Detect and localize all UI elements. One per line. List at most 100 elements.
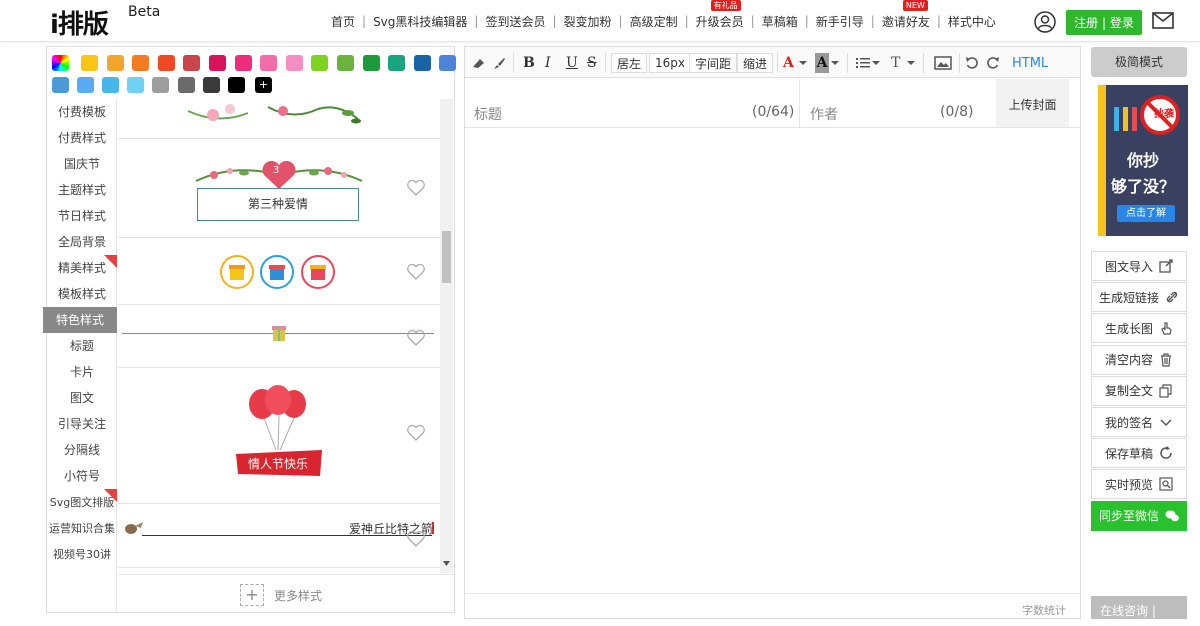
color-swatch[interactable] [260,55,278,71]
nav-item[interactable]: 首页 [324,13,362,30]
bold-button[interactable]: B [523,53,535,73]
editor-content-area[interactable] [465,129,1080,593]
category-item[interactable]: 图文 [47,385,117,411]
author-input[interactable]: 作者 [810,104,838,124]
indent-button[interactable]: 缩进 [737,53,774,73]
online-consult-button[interactable]: 在线咨询 | [1091,596,1187,619]
color-swatch[interactable] [202,77,220,93]
category-item[interactable]: 全局背景 [47,229,117,255]
eraser-icon[interactable] [471,53,487,73]
nav-item[interactable]: 新手引导 [809,13,871,30]
style-card[interactable]: 情人节快乐 [118,368,440,504]
simple-mode-button[interactable]: 极简模式 [1091,47,1187,77]
scrollbar-thumb[interactable] [442,231,451,283]
color-swatch[interactable] [157,55,175,71]
redo-icon[interactable] [986,53,1000,73]
category-item[interactable]: 付费模板 [47,99,117,125]
add-color-button[interactable]: + [255,77,272,93]
category-item[interactable]: Svg图文排版 [47,489,117,515]
style-list-scrollbar[interactable] [440,99,453,573]
style-card[interactable]: 爱神丘比特之箭 [118,504,440,568]
category-item[interactable]: 精美样式 [47,255,117,281]
color-swatch[interactable] [132,55,150,71]
chevron-down-icon[interactable] [907,53,915,73]
category-item[interactable]: 付费样式 [47,125,117,151]
chevron-down-icon[interactable] [872,53,880,73]
favorite-heart-icon[interactable] [406,424,426,442]
undo-icon[interactable] [965,53,979,73]
title-input[interactable]: 标题 [474,104,502,124]
category-item[interactable]: 分隔线 [47,437,117,463]
nav-item[interactable]: 草稿箱 [755,13,805,30]
category-item[interactable]: 小符号 [47,463,117,489]
favorite-heart-icon[interactable] [406,530,426,548]
chevron-down-icon[interactable] [831,53,839,73]
color-swatch[interactable] [102,77,120,93]
nav-item[interactable]: 裂变加粉 [557,13,619,30]
favorite-heart-icon[interactable] [406,329,426,347]
upload-cover-button[interactable]: 上传封面 [996,79,1069,127]
style-card[interactable]: 3 第三种爱情 [118,139,440,238]
logo[interactable]: i排版 Beta [50,4,160,41]
color-swatch[interactable] [177,77,195,93]
nav-item[interactable]: 升级会员 有礼品 [689,0,751,30]
favorite-heart-icon[interactable] [406,263,426,281]
nav-item[interactable]: 邀请好友 NEW [875,0,937,30]
category-item[interactable]: 主题样式 [47,177,117,203]
mail-icon[interactable] [1152,12,1174,29]
category-item[interactable]: 运营知识合集 [47,515,117,541]
nav-item[interactable]: 样式中心 [941,13,1003,30]
underline-button[interactable]: U [566,53,578,73]
ad-banner[interactable]: 抄袭 你抄 够了没？ 点击了解 [1098,85,1188,236]
ad-learn-more-button[interactable]: 点击了解 [1117,205,1175,222]
color-swatch[interactable] [234,55,252,71]
nav-item[interactable]: 高级定制 [623,13,685,30]
nav-item[interactable]: Svg黑科技编辑器 [366,13,474,30]
custom-color-swatch[interactable] [52,55,69,71]
more-styles-bar[interactable]: + 更多样式 [118,574,454,612]
color-swatch[interactable] [362,55,380,71]
italic-button[interactable]: I [545,53,551,73]
color-swatch[interactable] [127,77,145,93]
action-button[interactable]: 我的签名 [1091,407,1187,437]
action-button[interactable]: 清空内容 [1091,344,1187,375]
color-swatch[interactable] [81,55,98,71]
action-button[interactable]: 生成长图 [1091,313,1187,344]
scroll-down-arrow-icon[interactable] [443,561,450,567]
category-item[interactable]: 特色样式 [43,307,117,333]
background-color-button[interactable]: A [815,53,829,73]
action-button[interactable]: 同步至微信 [1091,500,1187,531]
style-card[interactable] [118,238,440,305]
nav-item[interactable]: 签到送会员 [478,13,552,30]
color-swatch[interactable] [209,55,226,71]
color-swatch[interactable] [52,77,69,93]
user-icon[interactable] [1034,11,1056,33]
category-item[interactable]: 引导关注 [47,411,117,437]
category-item[interactable]: 国庆节 [47,151,117,177]
color-swatch[interactable] [106,55,124,71]
text-type-button[interactable]: T [891,53,900,73]
category-item[interactable]: 卡片 [47,359,117,385]
action-button[interactable]: 生成短链接 [1091,282,1187,313]
category-item[interactable]: 节日样式 [47,203,117,229]
favorite-heart-icon[interactable] [406,179,426,197]
action-button[interactable]: 复制全文 [1091,375,1187,406]
color-swatch[interactable] [77,77,95,93]
color-swatch[interactable] [152,77,170,93]
image-icon[interactable] [934,53,952,73]
letter-spacing-button[interactable]: 字间距 [689,53,738,73]
strikethrough-button[interactable]: S [587,53,597,73]
color-swatch[interactable] [285,55,303,71]
action-button[interactable]: 保存草稿 [1091,438,1187,469]
color-swatch[interactable] [439,55,457,71]
font-size-select[interactable]: 16px [649,53,691,73]
category-item[interactable]: 视频号30讲 [47,541,117,567]
color-swatch[interactable] [337,55,354,71]
category-item[interactable]: 标题 [47,333,117,359]
register-login-button[interactable]: 注册 | 登录 [1066,10,1142,35]
style-card[interactable] [118,305,440,368]
action-button[interactable]: 实时预览 [1091,469,1187,500]
action-button[interactable]: 图文导入 [1091,251,1187,281]
style-card[interactable] [118,99,440,139]
chevron-down-icon[interactable] [799,53,807,73]
